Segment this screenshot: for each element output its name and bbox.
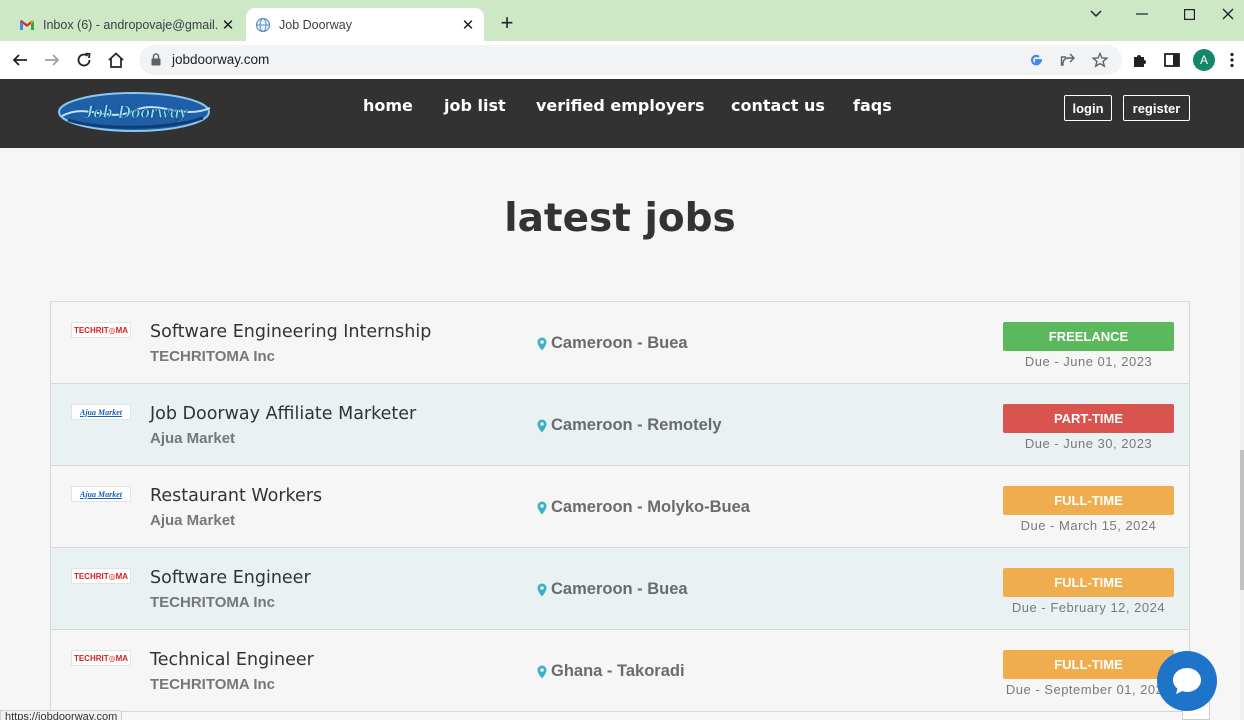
chat-bubble-icon xyxy=(1173,668,1201,694)
globe-icon xyxy=(255,17,271,32)
job-row[interactable]: Ajua Market Restaurant Workers Ajua Mark… xyxy=(51,466,1189,548)
job-type-badge: FULL-TIME xyxy=(1003,650,1174,679)
job-location: Ghana - Takoradi xyxy=(537,662,685,681)
forward-icon[interactable] xyxy=(40,48,64,72)
job-location: Cameroon - Buea xyxy=(537,334,688,353)
map-pin-icon xyxy=(537,501,547,514)
scrollbar-thumb[interactable] xyxy=(1240,450,1244,590)
job-row[interactable]: TECHRIT◎MA Software Engineer TECHRITOMA … xyxy=(51,548,1189,630)
job-title[interactable]: Technical Engineer xyxy=(150,650,314,670)
job-location-text: Cameroon - Molyko-Buea xyxy=(551,498,750,516)
job-due-date: Due - February 12, 2024 xyxy=(1011,600,1166,615)
nav-job-list[interactable]: job list xyxy=(444,96,506,115)
job-location: Cameroon - Remotely xyxy=(537,416,722,435)
job-title[interactable]: Job Doorway Affiliate Marketer xyxy=(150,404,416,424)
job-location-text: Cameroon - Remotely xyxy=(551,416,722,434)
tab-title: Inbox (6) - andropovaje@gmail.com - Gmai… xyxy=(43,17,218,32)
company-logo: Ajua Market xyxy=(71,486,131,502)
page-title: latest jobs xyxy=(504,196,736,241)
google-translate-icon[interactable] xyxy=(1028,52,1044,68)
nav-verified-employers[interactable]: verified employers xyxy=(536,96,705,115)
job-row[interactable]: TECHRIT◎MA Technical Engineer TECHRITOMA… xyxy=(51,630,1189,712)
map-pin-icon xyxy=(537,583,547,596)
side-panel-icon[interactable] xyxy=(1160,48,1184,72)
job-company[interactable]: TECHRITOMA Inc xyxy=(150,594,275,611)
close-tab-icon[interactable]: ✕ xyxy=(458,16,478,34)
reload-icon[interactable] xyxy=(72,48,96,72)
close-window-icon[interactable] xyxy=(1212,2,1244,26)
scrollbar-track[interactable] xyxy=(1240,148,1244,720)
map-pin-icon xyxy=(537,337,547,350)
job-row[interactable]: Ajua Market Job Doorway Affiliate Market… xyxy=(51,384,1189,466)
lock-icon xyxy=(151,53,161,66)
job-type-badge: FREELANCE xyxy=(1003,322,1174,351)
job-title[interactable]: Software Engineering Internship xyxy=(150,322,431,342)
job-location-text: Cameroon - Buea xyxy=(551,334,688,352)
job-type-badge: FULL-TIME xyxy=(1003,568,1174,597)
job-location: Cameroon - Molyko-Buea xyxy=(537,498,750,517)
home-icon[interactable] xyxy=(104,48,128,72)
svg-text:Job Doorway: Job Doorway xyxy=(83,102,189,123)
job-location-text: Ghana - Takoradi xyxy=(551,662,685,680)
map-pin-icon xyxy=(537,419,547,432)
company-logo: TECHRIT◎MA xyxy=(71,650,131,666)
job-company[interactable]: Ajua Market xyxy=(150,430,235,447)
job-type-badge: FULL-TIME xyxy=(1003,486,1174,515)
chat-widget-button[interactable] xyxy=(1157,651,1217,711)
browser-tab-strip: Inbox (6) - andropovaje@gmail.com - Gmai… xyxy=(0,0,1244,41)
tab-search-chevron-icon[interactable] xyxy=(1073,2,1119,26)
site-navbar: Job Doorway home job list verified emplo… xyxy=(0,79,1244,148)
share-icon[interactable] xyxy=(1060,52,1076,68)
nav-contact-us[interactable]: contact us xyxy=(731,96,825,115)
new-tab-button[interactable]: + xyxy=(496,12,518,34)
browser-toolbar: jobdoorway.com A xyxy=(0,41,1244,79)
url-text: jobdoorway.com xyxy=(172,52,270,67)
tab-job-doorway[interactable]: Job Doorway ✕ xyxy=(246,8,484,41)
tab-gmail-inbox[interactable]: Inbox (6) - andropovaje@gmail.com - Gmai… xyxy=(10,8,244,41)
bookmark-star-icon[interactable] xyxy=(1092,52,1108,68)
back-icon[interactable] xyxy=(8,48,32,72)
close-tab-icon[interactable]: ✕ xyxy=(218,16,238,34)
job-company[interactable]: TECHRITOMA Inc xyxy=(150,348,275,365)
company-logo: TECHRIT◎MA xyxy=(71,568,131,584)
company-logo: Ajua Market xyxy=(71,404,131,420)
register-button[interactable]: register xyxy=(1123,95,1190,121)
job-list: TECHRIT◎MA Software Engineering Internsh… xyxy=(50,301,1190,720)
company-logo: TECHRIT◎MA xyxy=(71,322,131,338)
job-title[interactable]: Restaurant Workers xyxy=(150,486,322,506)
job-due-date: Due - June 01, 2023 xyxy=(1024,354,1153,369)
nav-faqs[interactable]: faqs xyxy=(853,96,892,115)
minimize-icon[interactable] xyxy=(1119,2,1165,26)
site-logo[interactable]: Job Doorway xyxy=(58,90,214,134)
address-bar[interactable]: jobdoorway.com xyxy=(139,45,1122,75)
gmail-icon xyxy=(20,19,34,30)
job-company[interactable]: TECHRITOMA Inc xyxy=(150,676,275,693)
profile-avatar[interactable]: A xyxy=(1193,49,1215,71)
maximize-icon[interactable] xyxy=(1166,2,1212,26)
browser-menu-icon[interactable] xyxy=(1224,48,1240,72)
job-due-date: Due - March 15, 2024 xyxy=(1020,518,1157,533)
login-button[interactable]: login xyxy=(1064,95,1112,121)
job-row[interactable]: TECHRIT◎MA Software Engineering Internsh… xyxy=(51,302,1189,384)
job-company[interactable]: Ajua Market xyxy=(150,512,235,529)
nav-home[interactable]: home xyxy=(363,96,413,115)
job-type-badge: PART-TIME xyxy=(1003,404,1174,433)
extensions-icon[interactable] xyxy=(1128,48,1152,72)
job-location-text: Cameroon - Buea xyxy=(551,580,688,598)
tab-title: Job Doorway xyxy=(279,17,352,32)
job-due-date: Due - June 30, 2023 xyxy=(1024,436,1153,451)
job-location: Cameroon - Buea xyxy=(537,580,688,599)
link-status-bar: https://jobdoorway.com xyxy=(0,710,123,720)
map-pin-icon xyxy=(537,665,547,678)
job-title[interactable]: Software Engineer xyxy=(150,568,311,588)
